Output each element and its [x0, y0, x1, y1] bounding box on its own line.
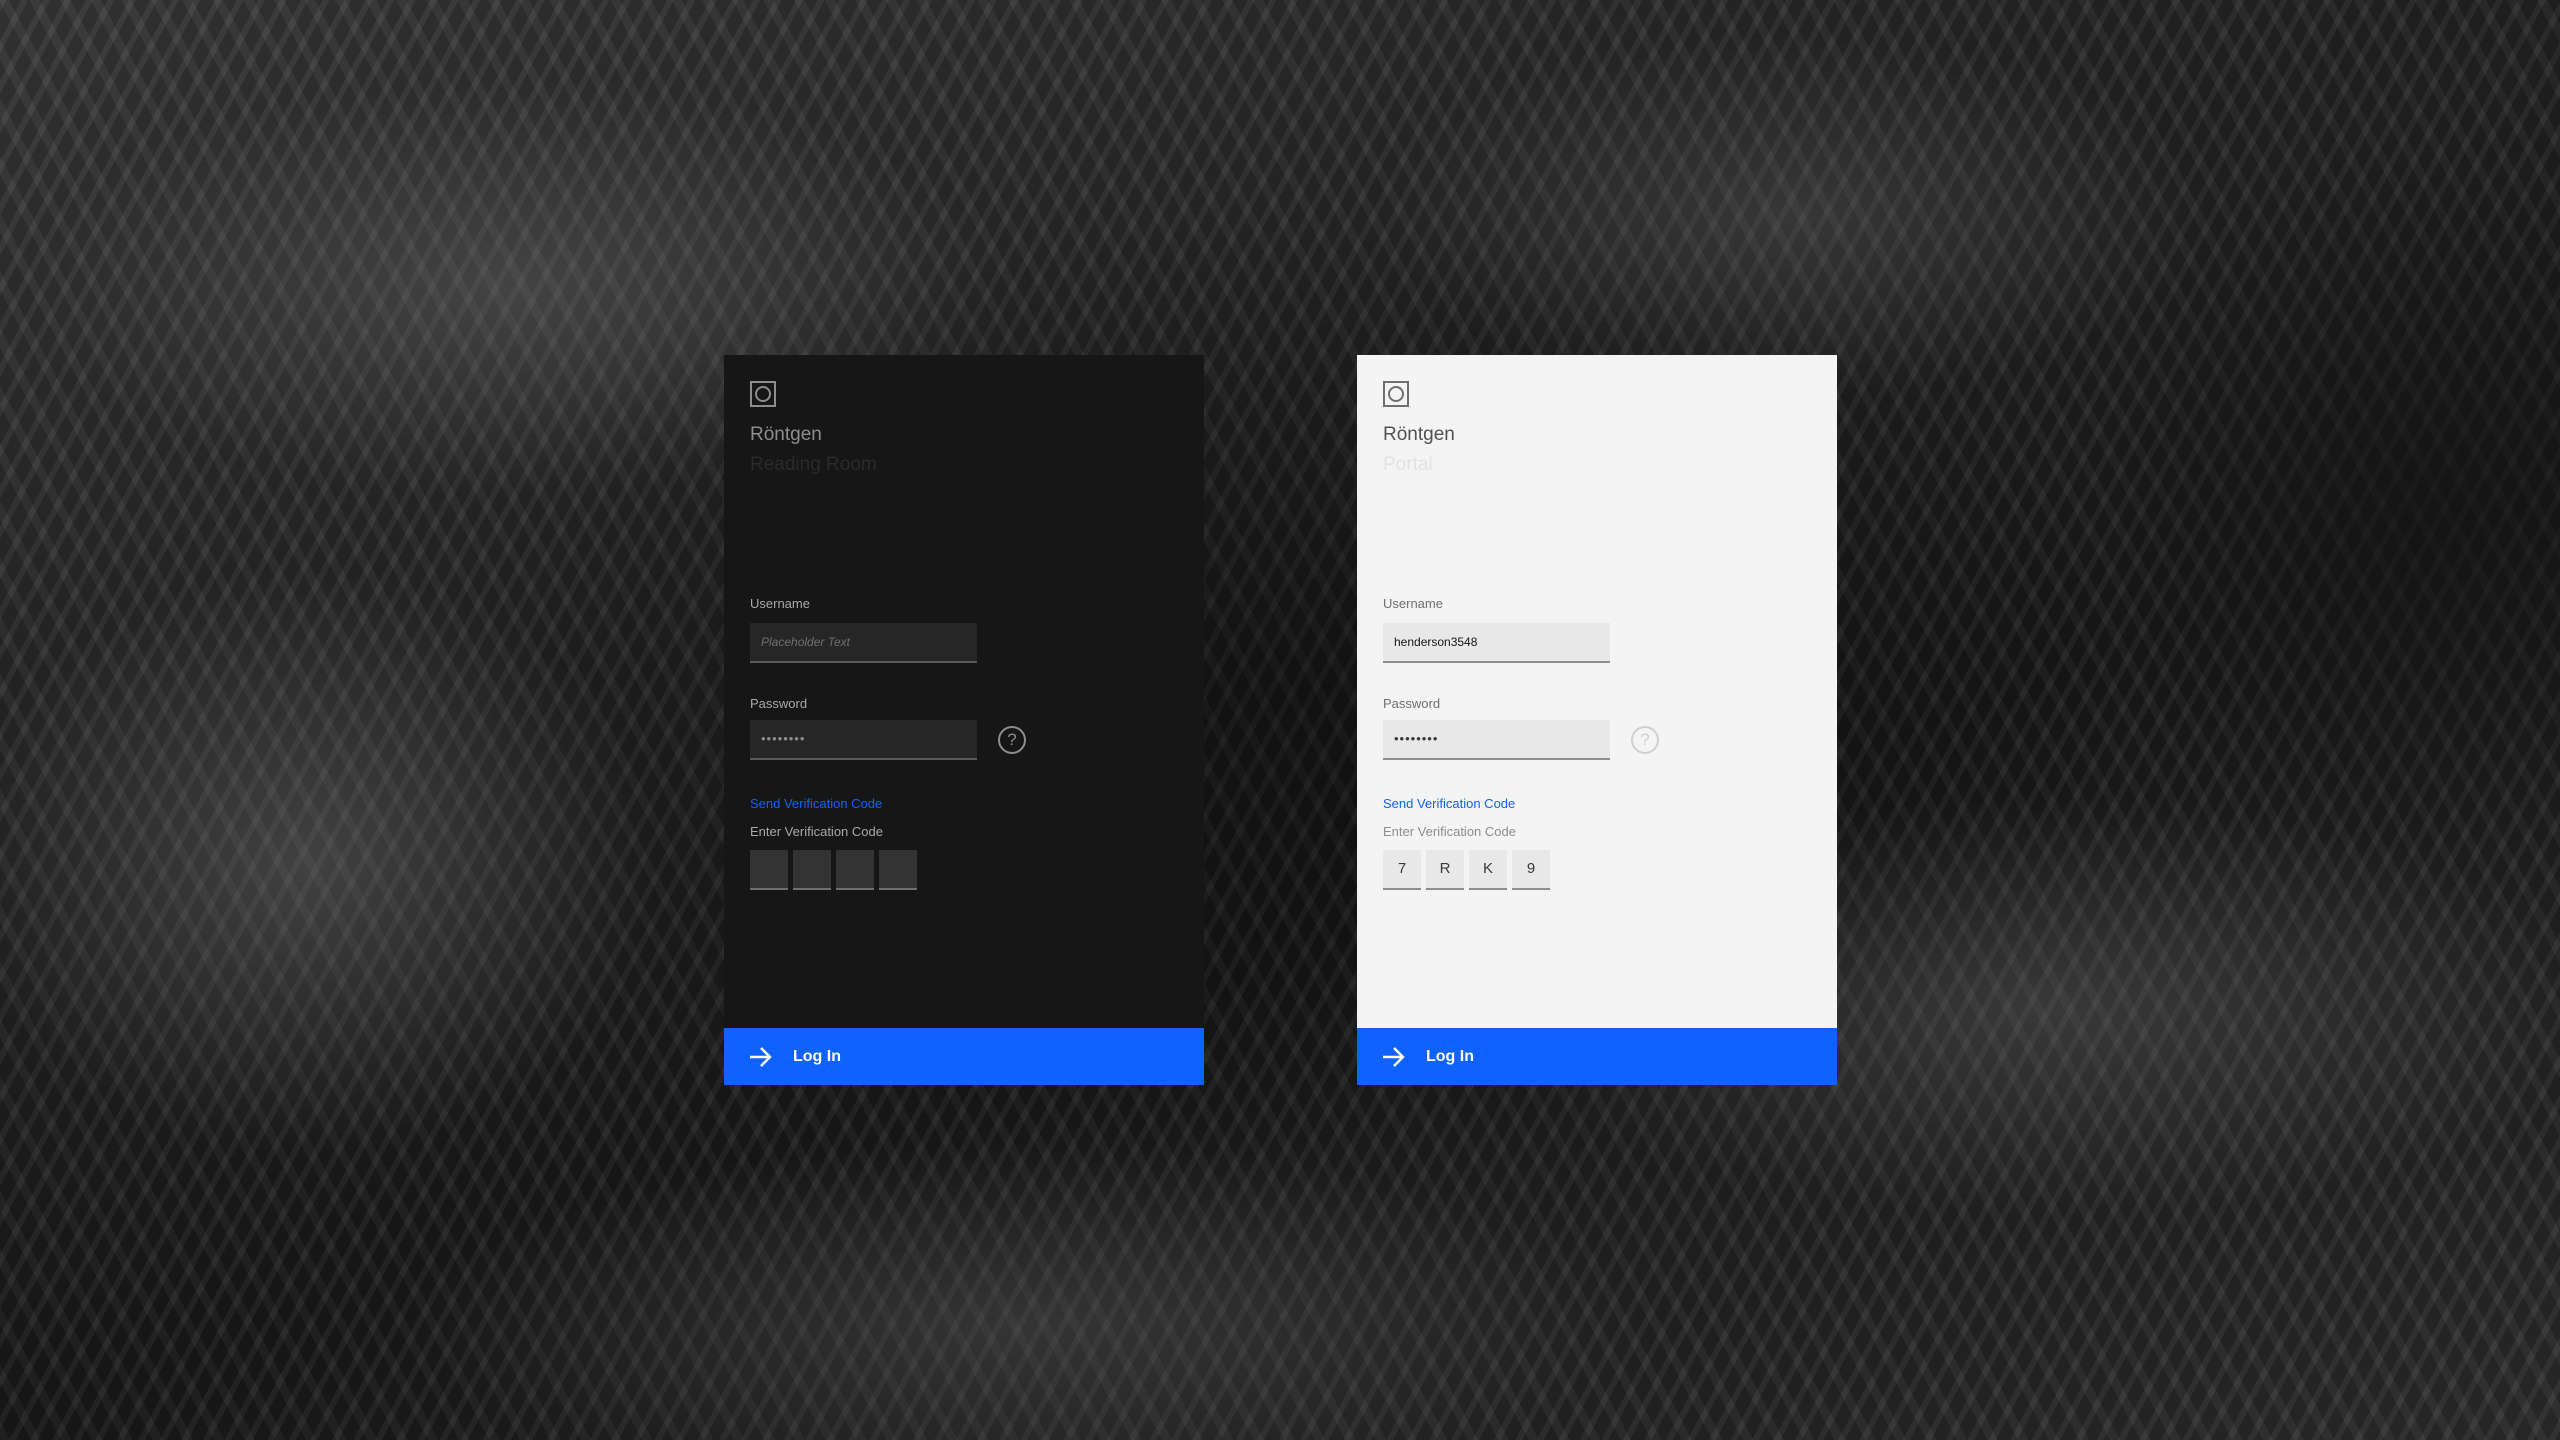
username-input[interactable] [750, 623, 977, 663]
password-label: Password [750, 696, 808, 711]
background-shade [0, 0, 2560, 1440]
password-label: Password [1383, 696, 1441, 711]
send-verification-code-link[interactable]: Send Verification Code [750, 796, 882, 811]
brand-name: Röntgen [750, 424, 822, 445]
verification-code-row: 7 R K 9 [1383, 850, 1550, 890]
app-subtitle: Portal [1383, 454, 1433, 475]
login-button[interactable]: Log In [724, 1028, 1204, 1085]
code-digit-4[interactable]: 9 [1512, 850, 1550, 890]
code-digit-1[interactable] [750, 850, 788, 890]
logo-icon [750, 381, 776, 407]
code-digit-4[interactable] [879, 850, 917, 890]
code-digit-2[interactable]: R [1426, 850, 1464, 890]
logo-icon [1383, 381, 1409, 407]
username-label: Username [1383, 596, 1443, 611]
code-digit-3[interactable]: K [1469, 850, 1507, 890]
login-button[interactable]: Log In [1357, 1028, 1837, 1085]
code-digit-3[interactable] [836, 850, 874, 890]
enter-verification-code-label: Enter Verification Code [750, 824, 883, 839]
help-icon[interactable]: ? [1631, 726, 1659, 754]
arrow-right-icon [1383, 1046, 1405, 1067]
verification-code-row [750, 850, 917, 890]
code-digit-2[interactable] [793, 850, 831, 890]
login-card-dark: Röntgen Reading Room Username Password •… [724, 355, 1204, 1085]
password-input[interactable]: •••••••• [750, 720, 977, 760]
help-icon[interactable]: ? [998, 726, 1026, 754]
login-button-label: Log In [1426, 1047, 1474, 1065]
app-subtitle: Reading Room [750, 454, 877, 475]
code-digit-1[interactable]: 7 [1383, 850, 1421, 890]
username-input[interactable] [1383, 623, 1610, 663]
brand-name: Röntgen [1383, 424, 1455, 445]
arrow-right-icon [750, 1046, 772, 1067]
password-input[interactable]: •••••••• [1383, 720, 1610, 760]
login-button-label: Log In [793, 1047, 841, 1065]
username-label: Username [750, 596, 810, 611]
send-verification-code-link[interactable]: Send Verification Code [1383, 796, 1515, 811]
enter-verification-code-label: Enter Verification Code [1383, 824, 1516, 839]
login-card-light: Röntgen Portal Username Password •••••••… [1357, 355, 1837, 1085]
